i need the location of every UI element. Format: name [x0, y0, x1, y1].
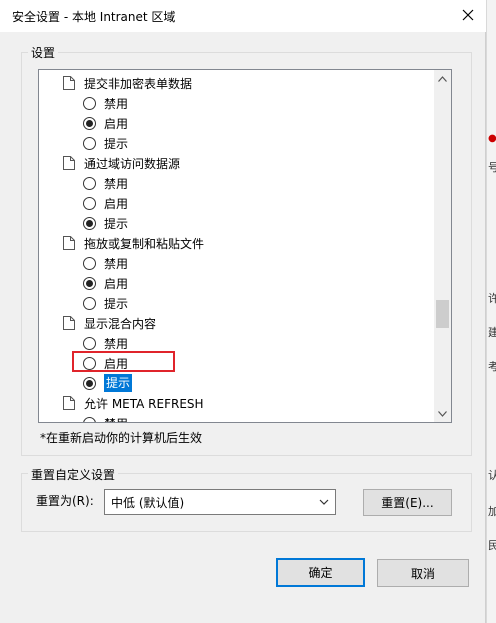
radio-unchecked-icon[interactable]: [83, 136, 96, 150]
radio-unchecked-icon[interactable]: [83, 256, 96, 270]
background-window: [486, 0, 496, 623]
setting-item: 允许 META REFRESH: [63, 393, 204, 413]
radio-checked-icon[interactable]: [83, 276, 96, 290]
radio-option[interactable]: 提示: [83, 133, 128, 153]
setting-item: 提交非加密表单数据: [63, 73, 192, 93]
radio-option[interactable]: 提示: [83, 373, 133, 393]
setting-label: 拖放或复制和粘贴文件: [84, 236, 205, 251]
document-icon: [63, 156, 75, 170]
radio-option[interactable]: 禁用: [83, 253, 128, 273]
close-icon: [462, 9, 474, 21]
chevron-up-icon: [438, 75, 447, 82]
annotation-highlight-box: [72, 351, 175, 372]
document-icon: [63, 316, 75, 330]
vertical-scrollbar[interactable]: [434, 70, 451, 422]
option-label: 启用: [104, 276, 129, 291]
option-label: 禁用: [104, 415, 128, 423]
radio-option[interactable]: 提示: [83, 293, 128, 313]
radio-option[interactable]: 禁用: [83, 173, 128, 193]
document-icon: [63, 76, 75, 90]
radio-checked-icon[interactable]: [83, 116, 96, 130]
option-label: 提示: [104, 374, 133, 392]
background-text: 民: [488, 539, 496, 552]
scroll-up-button[interactable]: [434, 70, 451, 87]
radio-checked-icon[interactable]: [83, 376, 96, 390]
chevron-down-icon: [319, 499, 329, 505]
radio-unchecked-icon[interactable]: [83, 416, 96, 422]
option-label: 禁用: [104, 256, 129, 271]
close-button[interactable]: [450, 0, 486, 30]
background-text: 建: [488, 326, 496, 339]
setting-item: 拖放或复制和粘贴文件: [63, 233, 204, 253]
reset-level-dropdown[interactable]: 中低 (默认值): [104, 489, 336, 515]
chevron-down-icon: [438, 410, 447, 417]
setting-label: 提交非加密表单数据: [84, 76, 193, 91]
radio-unchecked-icon[interactable]: [83, 196, 96, 210]
restart-note: *在重新启动你的计算机后生效: [40, 431, 203, 445]
radio-option[interactable]: 启用: [83, 113, 128, 133]
radio-option[interactable]: 启用: [83, 273, 128, 293]
radio-dot: [86, 219, 93, 227]
radio-option[interactable]: 提示: [83, 213, 128, 233]
option-label: 提示: [104, 136, 129, 151]
reset-level-value: 中低 (默认值): [111, 495, 185, 510]
window-title: 安全设置 - 本地 Intranet 区域: [12, 10, 176, 24]
reset-to-label: 重置为(R):: [36, 494, 94, 508]
setting-item: 通过域访问数据源: [63, 153, 180, 173]
radio-dot: [86, 379, 93, 387]
document-icon: [63, 396, 75, 410]
setting-label: 通过域访问数据源: [84, 156, 181, 171]
radio-unchecked-icon[interactable]: [83, 296, 96, 310]
radio-unchecked-icon[interactable]: [83, 96, 96, 110]
reset-group-legend: 重置自定义设置: [28, 466, 119, 483]
radio-option[interactable]: 禁用: [83, 333, 128, 353]
title-bar: 安全设置 - 本地 Intranet 区域: [0, 0, 486, 32]
background-text: 加: [488, 505, 496, 518]
scroll-thumb[interactable]: [436, 300, 449, 328]
background-text: 考: [488, 360, 496, 373]
option-label: 提示: [104, 216, 129, 231]
radio-dot: [86, 119, 93, 127]
setting-item: 显示混合内容: [63, 313, 156, 333]
option-label: 禁用: [104, 96, 129, 111]
background-text: 认: [488, 469, 496, 482]
security-settings-dialog: 安全设置 - 本地 Intranet 区域 设置 提交非加密表单数据 禁用 启用 提示…: [0, 0, 486, 623]
background-text: 号: [488, 161, 496, 174]
option-label: 启用: [104, 196, 129, 211]
radio-option[interactable]: 启用: [83, 193, 128, 213]
option-label: 禁用: [104, 336, 129, 351]
cancel-button[interactable]: 取消: [377, 559, 469, 587]
radio-option[interactable]: 禁用: [83, 93, 128, 113]
option-label: 启用: [104, 116, 129, 131]
radio-dot: [86, 279, 93, 287]
setting-label: 允许 META REFRESH: [84, 396, 204, 411]
ok-button[interactable]: 确定: [276, 558, 365, 587]
radio-unchecked-icon[interactable]: [83, 336, 96, 350]
background-red-mark: ●: [488, 133, 496, 144]
document-icon: [63, 236, 75, 250]
radio-unchecked-icon[interactable]: [83, 176, 96, 190]
option-label: 禁用: [104, 176, 129, 191]
option-label: 提示: [104, 296, 129, 311]
reset-button[interactable]: 重置(E)...: [363, 489, 452, 516]
radio-option[interactable]: 禁用: [83, 413, 128, 423]
settings-group-legend: 设置: [28, 44, 59, 61]
scroll-down-button[interactable]: [434, 405, 451, 422]
radio-checked-icon[interactable]: [83, 216, 96, 230]
background-text: 许: [488, 292, 496, 305]
setting-label: 显示混合内容: [84, 316, 157, 331]
